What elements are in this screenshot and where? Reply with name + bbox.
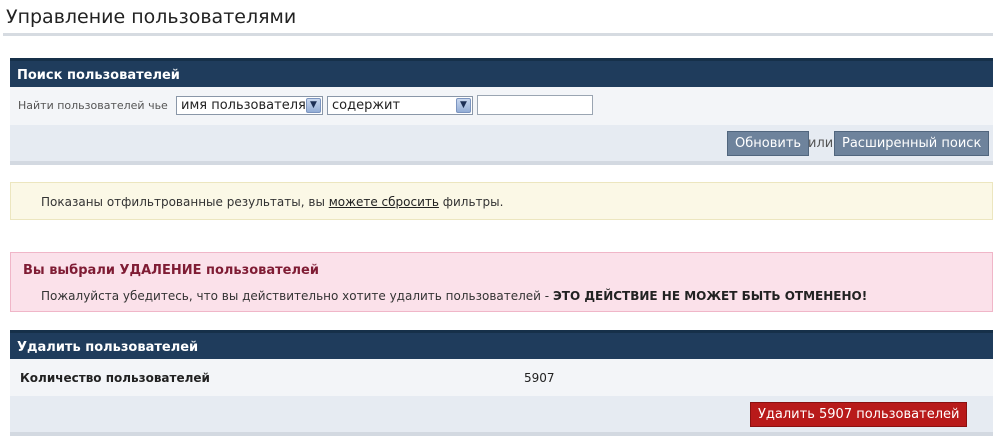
search-panel-header: Поиск пользователей bbox=[10, 58, 993, 87]
search-actions: Обновить или Расширенный поиск bbox=[10, 125, 993, 165]
delete-users-button[interactable]: Удалить 5907 пользователей bbox=[750, 402, 968, 427]
reset-filters-link[interactable]: можете сбросить bbox=[329, 195, 439, 209]
user-count-label: Количество пользователей bbox=[20, 371, 210, 385]
search-input[interactable] bbox=[477, 95, 593, 115]
warning-text-strong: ЭТО ДЕЙСТВИЕ НЕ МОЖЕТ БЫТЬ ОТМЕНЕНО! bbox=[552, 289, 868, 303]
delete-panel-header: Удалить пользователей bbox=[10, 330, 993, 359]
notice-text: Показаны отфильтрованные результаты, вы … bbox=[41, 195, 503, 209]
warning-text: Пожалуйста убедитесь, что вы действитель… bbox=[41, 289, 867, 303]
filter-notice: Показаны отфильтрованные результаты, вы … bbox=[10, 182, 993, 220]
notice-text-before: Показаны отфильтрованные результаты, вы bbox=[41, 195, 329, 209]
search-operator-select[interactable]: содержит ▼ bbox=[327, 96, 473, 115]
delete-warning: Вы выбрали УДАЛЕНИЕ пользователей Пожалу… bbox=[10, 252, 993, 312]
search-label: Найти пользователей чье bbox=[18, 99, 168, 112]
search-operator-select-value: содержит bbox=[332, 98, 401, 113]
chevron-down-icon[interactable]: ▼ bbox=[456, 98, 471, 113]
user-count-row: Количество пользователей 5907 bbox=[10, 359, 993, 396]
or-text: или bbox=[808, 136, 834, 151]
warning-text-main: Пожалуйста убедитесь, что вы действитель… bbox=[41, 289, 553, 303]
delete-actions: Удалить 5907 пользователей bbox=[10, 396, 993, 436]
search-row: Найти пользователей чье имя пользователя… bbox=[10, 87, 993, 125]
user-count-value: 5907 bbox=[524, 371, 555, 385]
search-field-select-value: имя пользователя bbox=[181, 98, 306, 113]
title-divider bbox=[3, 33, 993, 36]
advanced-search-button[interactable]: Расширенный поиск bbox=[834, 131, 990, 156]
page-title: Управление пользователями bbox=[6, 6, 297, 28]
refresh-button[interactable]: Обновить bbox=[727, 131, 810, 156]
search-field-select[interactable]: имя пользователя ▼ bbox=[176, 96, 323, 115]
notice-text-after: фильтры. bbox=[438, 195, 504, 209]
warning-title: Вы выбрали УДАЛЕНИЕ пользователей bbox=[23, 263, 319, 278]
chevron-down-icon[interactable]: ▼ bbox=[306, 98, 321, 113]
